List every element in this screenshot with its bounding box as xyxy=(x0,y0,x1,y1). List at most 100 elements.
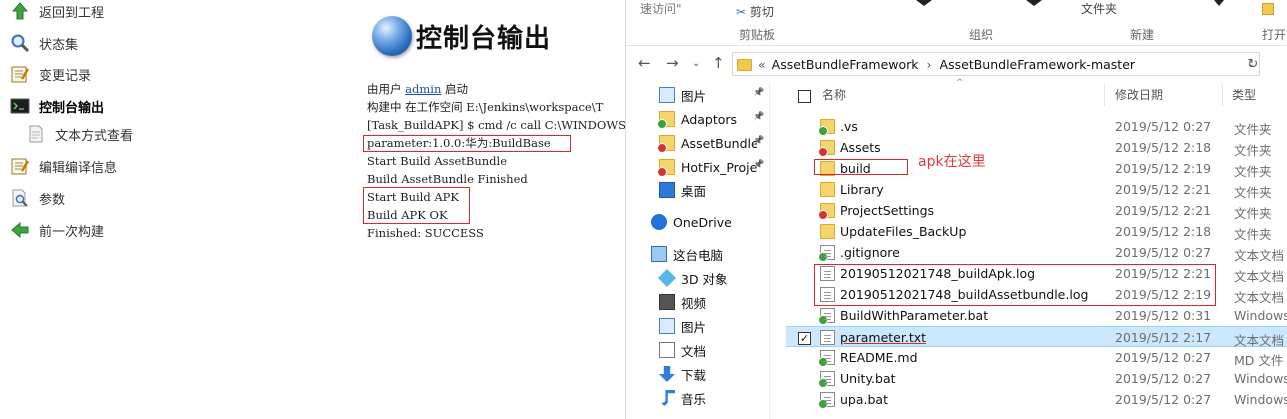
sidebar-item-label: 变更记录 xyxy=(39,68,92,84)
breadcrumb-segment[interactable]: AssetBundleFramework xyxy=(772,57,919,72)
file-type: 文件夹 xyxy=(1234,164,1272,179)
nav-item[interactable]: HotFix_Proje xyxy=(657,157,757,177)
row-checkbox[interactable]: ✓ xyxy=(798,332,811,345)
breadcrumb-separator[interactable]: › xyxy=(927,57,932,72)
file-type: 文本文档 xyxy=(1234,269,1285,284)
folder-synced-icon xyxy=(657,111,675,129)
nav-item[interactable]: 桌面 xyxy=(659,180,706,200)
nav-item-label: 图片 xyxy=(681,88,707,104)
ribbon-arrow-icon xyxy=(1026,0,1042,6)
ribbon: 速访问" ✂ 剪切 剪贴板 组织 文件夹 新建 打开 xyxy=(626,0,1287,46)
synced-badge-icon xyxy=(818,315,828,325)
console-line: Finished: SUCCESS xyxy=(367,226,484,240)
file-row[interactable]: ProjectSettings 2019/5/12 2:21 文件夹 xyxy=(786,200,1287,221)
file-row[interactable]: UpdateFiles_BackUp 2019/5/12 2:18 文件夹 xyxy=(786,221,1287,242)
user-link[interactable]: admin xyxy=(405,82,441,96)
synced-badge-icon xyxy=(818,357,828,367)
sidebar-item-changes[interactable]: 变更记录 xyxy=(10,63,91,85)
breadcrumb-overflow[interactable]: « xyxy=(758,57,766,72)
folder-error-icon xyxy=(657,135,675,153)
document-icon xyxy=(26,124,46,144)
pin-icon[interactable]: 📌 xyxy=(753,136,764,146)
file-row[interactable]: README.md 2019/5/12 0:27 MD 文件 xyxy=(786,347,1287,368)
synced-badge-icon xyxy=(818,252,828,262)
highlight-box-parameter xyxy=(363,135,571,152)
pin-icon[interactable]: 📌 xyxy=(753,112,764,122)
sidebar-item-parameters[interactable]: 参数 xyxy=(10,187,65,209)
nav-item[interactable]: 文档 xyxy=(659,340,706,360)
breadcrumb-segment[interactable]: AssetBundleFramework-master xyxy=(940,57,1135,72)
file-row[interactable]: .gitignore 2019/5/12 0:27 文本文档 xyxy=(786,242,1287,263)
ribbon-arrow-icon xyxy=(916,0,932,6)
ribbon-arrow-icon xyxy=(1214,0,1224,6)
folder-icon xyxy=(737,59,752,71)
page-title: 控制台输出 xyxy=(416,24,552,54)
sidebar-item-back-to-project[interactable]: 返回到工程 xyxy=(10,0,104,22)
file-type: 文件夹 xyxy=(1234,143,1272,158)
column-header-date[interactable]: 修改日期 xyxy=(1115,86,1163,103)
nav-item[interactable]: 这台电脑 xyxy=(651,244,723,264)
nav-item[interactable]: 下载 xyxy=(659,364,706,384)
file-type: 文件夹 xyxy=(1234,185,1272,200)
nav-item[interactable]: OneDrive xyxy=(651,212,732,232)
nav-item-label: OneDrive xyxy=(673,214,732,230)
nav-item[interactable]: AssetBundle xyxy=(657,133,757,153)
refresh-button[interactable]: ↻ xyxy=(1246,52,1260,76)
file-date: 2019/5/12 0:27 xyxy=(1115,392,1212,407)
nav-item[interactable]: 音乐 xyxy=(659,388,706,408)
select-all-checkbox[interactable] xyxy=(798,90,811,103)
navigation-pane: 图片 📌 Adaptors 📌 AssetBundle 📌 HotFix_Proje 📌 桌面 O… xyxy=(626,82,769,419)
file-name: Library xyxy=(840,182,884,197)
file-icon xyxy=(820,330,835,345)
file-name: README.md xyxy=(840,350,918,365)
new-group-label: 新建 xyxy=(1130,28,1155,42)
console-line: Build AssetBundle Finished xyxy=(367,172,528,186)
file-row[interactable]: upa.bat 2019/5/12 0:27 Windows xyxy=(786,389,1287,410)
pane-divider[interactable] xyxy=(769,82,770,419)
nav-item[interactable]: 3D 对象 xyxy=(657,268,728,288)
properties-icon[interactable] xyxy=(1262,3,1274,15)
highlight-box-apk xyxy=(363,187,470,224)
pin-icon[interactable]: 📌 xyxy=(753,88,764,98)
pin-icon[interactable]: 📌 xyxy=(753,160,764,170)
nav-item[interactable]: 图片 xyxy=(659,316,706,336)
error-badge-icon xyxy=(818,147,828,157)
cut-button[interactable]: ✂ 剪切 xyxy=(736,3,774,20)
file-type: 文件夹 xyxy=(1234,206,1272,221)
file-row[interactable]: Unity.bat 2019/5/12 0:27 Windows xyxy=(786,368,1287,389)
recent-dropdown[interactable]: ⌄ xyxy=(692,58,700,69)
file-name: .vs xyxy=(840,119,858,134)
nav-item[interactable]: 图片 xyxy=(659,85,706,105)
column-divider[interactable] xyxy=(1104,84,1105,106)
file-row[interactable]: .vs 2019/5/12 0:27 文件夹 xyxy=(786,116,1287,137)
folder-button-label[interactable]: 文件夹 xyxy=(1081,0,1117,17)
forward-button[interactable]: → xyxy=(666,54,679,72)
file-row[interactable]: Library 2019/5/12 2:21 文件夹 xyxy=(786,179,1287,200)
file-date: 2019/5/12 2:21 xyxy=(1115,182,1212,197)
folder-icon xyxy=(818,140,835,157)
file-row[interactable]: ✓ parameter.txt 2019/5/12 2:17 文本文档 xyxy=(786,326,1287,348)
sidebar-item-edit-build-info[interactable]: 编辑编译信息 xyxy=(10,155,117,177)
quick-access-label: 速访问" xyxy=(640,2,682,16)
column-header-type[interactable]: 类型 xyxy=(1232,86,1256,103)
sidebar-item-plain-text[interactable]: 文本方式查看 xyxy=(26,123,133,145)
nav-item-label: 音乐 xyxy=(681,391,707,407)
nav-item[interactable]: Adaptors xyxy=(657,109,737,129)
console-ball-icon xyxy=(372,16,412,56)
column-header-name[interactable]: 名称 xyxy=(822,86,846,103)
nav-item[interactable]: 视频 xyxy=(659,292,706,312)
nav-item-label: 下载 xyxy=(681,367,707,383)
notepad-edit-icon xyxy=(10,156,30,176)
pictures-icon xyxy=(659,318,675,334)
column-divider[interactable] xyxy=(1222,84,1223,106)
address-bar[interactable]: « AssetBundleFramework › AssetBundleFram… xyxy=(732,52,1260,76)
annotation-text: apk在这里 xyxy=(918,154,986,170)
nav-item-label: 视频 xyxy=(681,295,707,311)
sidebar-item-console-output[interactable]: 控制台输出 xyxy=(10,95,104,117)
back-button[interactable]: ← xyxy=(638,54,651,72)
file-row[interactable]: Assets 2019/5/12 2:18 文件夹 xyxy=(786,137,1287,158)
file-row[interactable]: BuildWithParameter.bat 2019/5/12 0:31 Wind… xyxy=(786,305,1287,326)
up-button[interactable]: ↑ xyxy=(712,54,725,72)
sidebar-item-status[interactable]: 状态集 xyxy=(10,32,78,54)
sidebar-item-previous-build[interactable]: 前一次构建 xyxy=(10,219,104,241)
